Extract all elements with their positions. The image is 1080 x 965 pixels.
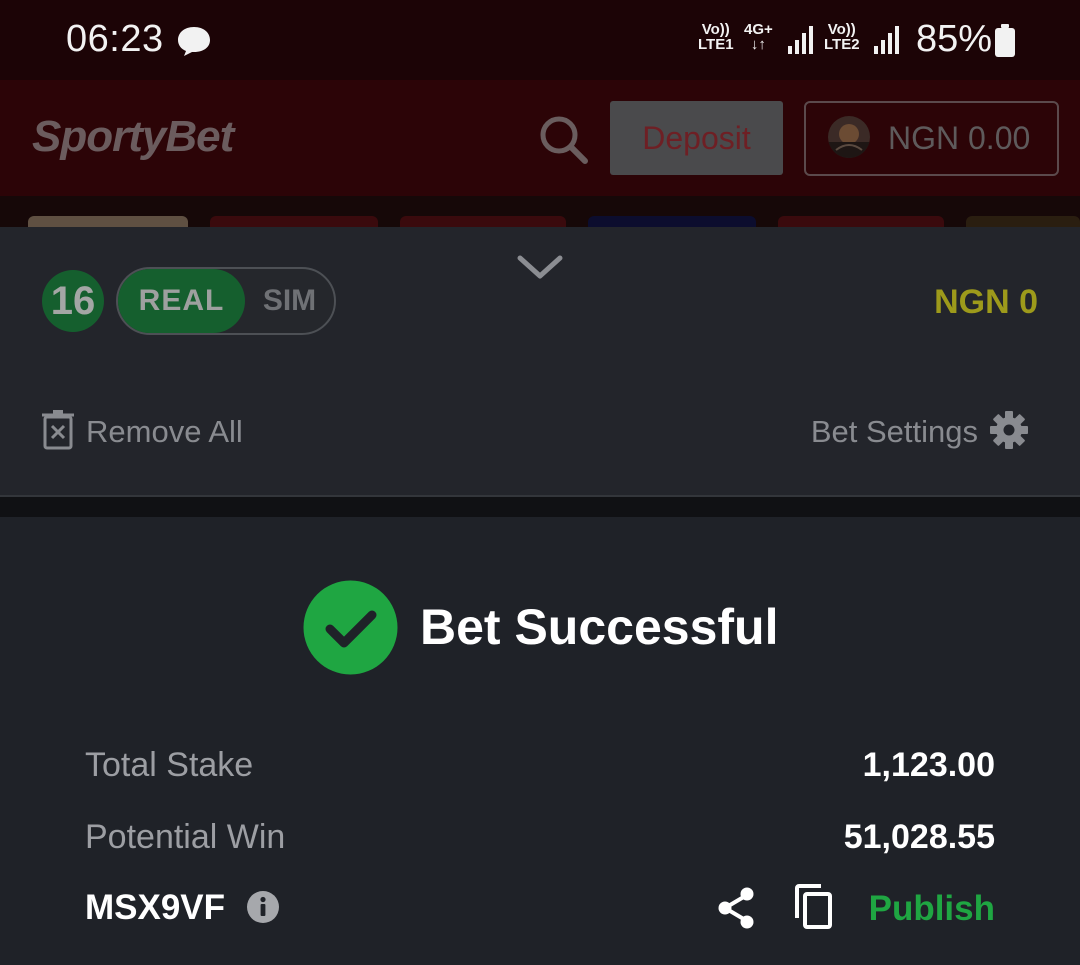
remove-all-label: Remove All (86, 414, 243, 449)
check-circle-icon (303, 580, 398, 675)
network-type: 4G+ (744, 21, 773, 38)
promo-banner[interactable] (778, 216, 944, 227)
sim2-indicator: Vo)) LTE2 (824, 22, 860, 52)
search-icon[interactable] (536, 112, 590, 166)
network-activity: ↓↑ (750, 36, 766, 53)
sim2-volte: Vo)) (827, 21, 856, 38)
battery-percent: 85% (916, 18, 993, 60)
signal-icon (788, 26, 813, 54)
toggle-real[interactable]: REAL (118, 269, 245, 333)
booking-code: MSX9VF (85, 888, 226, 927)
trash-icon (42, 410, 74, 450)
balance-button[interactable]: NGN 0.00 (804, 101, 1059, 176)
total-stake-value: 1,123.00 (862, 746, 995, 784)
gear-icon[interactable] (989, 410, 1029, 450)
sportybet-logo: SportyBet (32, 112, 234, 161)
potential-win-label: Potential Win (85, 818, 286, 856)
signal-icon (874, 26, 899, 54)
potential-win-value: 51,028.55 (843, 818, 995, 856)
status-time: 06:23 (66, 18, 164, 60)
sim2-type: LTE2 (824, 36, 860, 53)
betslip-total: NGN 0 (934, 283, 1038, 321)
bet-successful-title: Bet Successful (420, 599, 779, 655)
status-bar: 06:23 Vo)) LTE1 4G+ ↓↑ Vo)) LTE2 85% (0, 0, 1080, 80)
bet-settings-button[interactable]: Bet Settings (811, 414, 978, 450)
battery-icon (995, 24, 1015, 57)
toggle-sim[interactable]: SIM (245, 269, 334, 333)
deposit-button[interactable]: Deposit (610, 101, 783, 175)
avatar (828, 116, 870, 158)
sim1-indicator: Vo)) LTE1 (698, 22, 734, 52)
divider (0, 497, 1080, 517)
promo-banner[interactable] (210, 216, 378, 227)
selection-count-badge: 16 (42, 270, 104, 332)
sim1-type: LTE1 (698, 36, 734, 53)
promo-banner[interactable] (28, 216, 188, 227)
copy-icon[interactable] (793, 884, 833, 930)
chevron-down-icon[interactable] (516, 252, 564, 282)
balance-text: NGN 0.00 (888, 120, 1031, 156)
real-sim-toggle[interactable]: REAL SIM (116, 267, 336, 335)
publish-button[interactable]: Publish (869, 889, 995, 929)
network-indicator: 4G+ ↓↑ (744, 22, 773, 52)
sim1-volte: Vo)) (701, 21, 730, 38)
promo-banner[interactable] (966, 216, 1080, 227)
promo-banner[interactable] (400, 216, 566, 227)
promo-banner[interactable] (588, 216, 756, 227)
message-icon (178, 27, 210, 56)
total-stake-label: Total Stake (85, 746, 254, 784)
info-icon[interactable] (246, 890, 280, 924)
share-icon[interactable] (716, 887, 756, 929)
